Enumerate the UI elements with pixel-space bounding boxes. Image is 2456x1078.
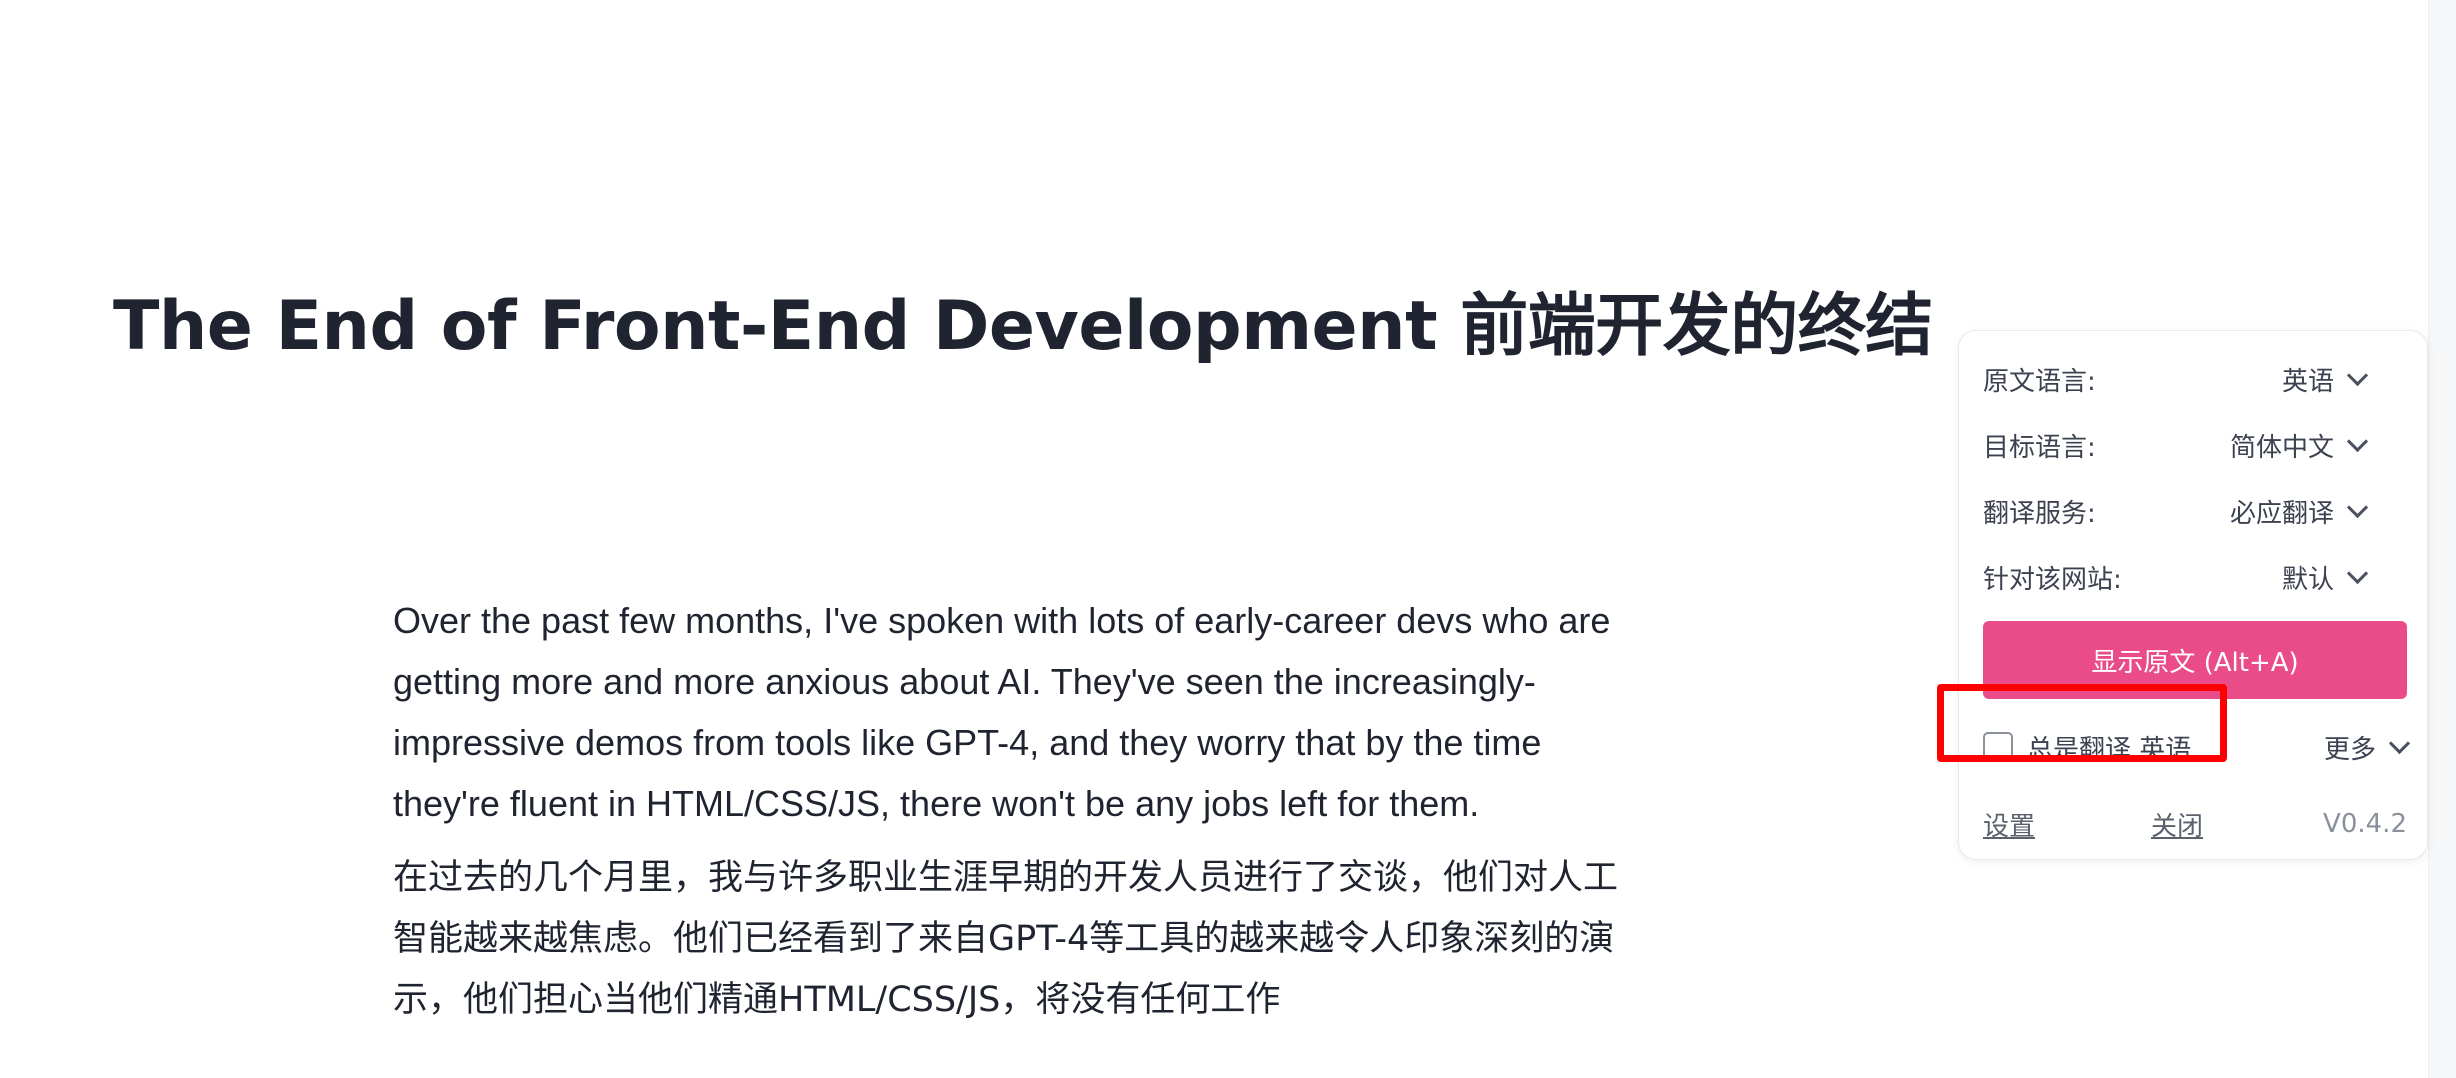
more-menu[interactable]: 更多 <box>2323 729 2411 766</box>
panel-footer: 设置 关闭 V0.4.2 <box>1983 799 2407 849</box>
site-rule-row: 针对该网站: 默认 <box>1983 555 2369 599</box>
source-language-value: 英语 <box>2281 366 2334 397</box>
target-language-label: 目标语言: <box>1983 432 2096 463</box>
target-language-row: 目标语言: 简体中文 <box>1983 423 2369 467</box>
settings-link[interactable]: 设置 <box>1983 806 2035 843</box>
site-rule-select[interactable]: 默认 <box>2281 559 2369 596</box>
site-rule-value: 默认 <box>2281 564 2334 595</box>
always-translate-label: 总是翻译 英语 <box>2027 734 2192 765</box>
chevron-down-icon <box>2346 430 2369 452</box>
show-original-button[interactable]: 显示原文 (Alt+A) <box>1983 621 2407 699</box>
chevron-down-icon <box>2346 364 2369 386</box>
site-rule-label: 针对该网站: <box>1983 564 2122 595</box>
source-language-label: 原文语言: <box>1983 366 2096 397</box>
source-language-select[interactable]: 英语 <box>2281 361 2369 398</box>
always-translate-checkbox[interactable] <box>1983 732 2013 762</box>
paragraph-original: Over the past few months, I've spoken wi… <box>393 600 1611 824</box>
target-language-select[interactable]: 简体中文 <box>2229 427 2369 464</box>
always-translate-row: 总是翻译 英语 更多 <box>1983 717 2411 777</box>
paragraph-translation: 在过去的几个月里，我与许多职业生涯早期的开发人员进行了交谈，他们对人工智能越来越… <box>393 858 1619 1020</box>
more-label: 更多 <box>2323 734 2376 765</box>
chevron-down-icon <box>2346 496 2369 518</box>
translate-panel: 原文语言: 英语 目标语言: 简体中文 翻译服务: 必应翻译 针对该网站: 默认 <box>1958 330 2428 860</box>
close-link[interactable]: 关闭 <box>2151 806 2203 843</box>
chevron-down-icon <box>2346 562 2369 584</box>
version-label: V0.4.2 <box>2323 809 2407 839</box>
page: The End of Front-End Development 前端开发的终结… <box>0 0 2456 1078</box>
source-language-row: 原文语言: 英语 <box>1983 357 2369 401</box>
chevron-down-icon <box>2388 732 2411 754</box>
translation-service-value: 必应翻译 <box>2229 498 2334 529</box>
target-language-value: 简体中文 <box>2229 432 2334 463</box>
always-translate-toggle[interactable]: 总是翻译 英语 <box>1983 729 2191 766</box>
page-scrollbar[interactable] <box>2428 0 2456 1078</box>
translation-service-select[interactable]: 必应翻译 <box>2229 493 2369 530</box>
translation-service-label: 翻译服务: <box>1983 498 2096 529</box>
translation-service-row: 翻译服务: 必应翻译 <box>1983 489 2369 533</box>
article-body: Over the past few months, I've spoken wi… <box>393 590 1623 1031</box>
article-title: The End of Front-End Development 前端开发的终结 <box>113 287 1933 366</box>
